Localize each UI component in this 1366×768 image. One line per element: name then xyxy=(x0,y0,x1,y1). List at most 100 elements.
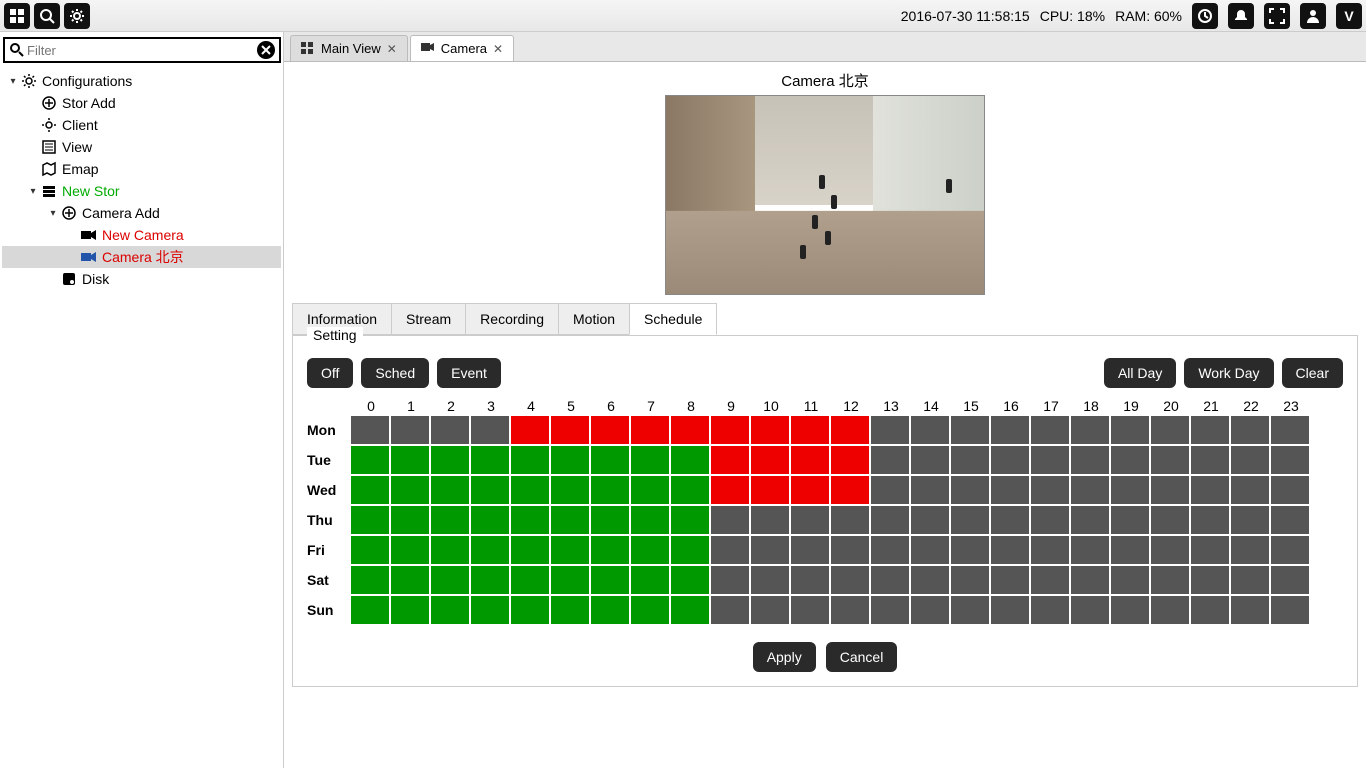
fullscreen-icon[interactable] xyxy=(1264,3,1290,29)
tree-new-stor[interactable]: ▾ New Stor xyxy=(2,180,281,202)
schedule-cell[interactable] xyxy=(671,506,709,534)
schedule-cell[interactable] xyxy=(1031,416,1069,444)
schedule-cell[interactable] xyxy=(351,476,389,504)
schedule-cell[interactable] xyxy=(1031,566,1069,594)
schedule-cell[interactable] xyxy=(1271,446,1309,474)
schedule-cell[interactable] xyxy=(1151,506,1189,534)
tree-stor-add[interactable]: Stor Add xyxy=(2,92,281,114)
schedule-cell[interactable] xyxy=(471,446,509,474)
schedule-cell[interactable] xyxy=(791,596,829,624)
schedule-cell[interactable] xyxy=(351,566,389,594)
schedule-cell[interactable] xyxy=(1231,416,1269,444)
schedule-cell[interactable] xyxy=(551,596,589,624)
schedule-cell[interactable] xyxy=(1071,536,1109,564)
schedule-cell[interactable] xyxy=(871,506,909,534)
schedule-cell[interactable] xyxy=(831,566,869,594)
schedule-cell[interactable] xyxy=(871,476,909,504)
schedule-cell[interactable] xyxy=(391,506,429,534)
schedule-cell[interactable] xyxy=(1271,416,1309,444)
schedule-cell[interactable] xyxy=(871,596,909,624)
schedule-cell[interactable] xyxy=(1231,536,1269,564)
schedule-cell[interactable] xyxy=(871,566,909,594)
schedule-cell[interactable] xyxy=(871,446,909,474)
schedule-cell[interactable] xyxy=(1191,446,1229,474)
schedule-cell[interactable] xyxy=(471,536,509,564)
schedule-cell[interactable] xyxy=(431,596,469,624)
schedule-cell[interactable] xyxy=(1071,446,1109,474)
schedule-cell[interactable] xyxy=(911,416,949,444)
schedule-cell[interactable] xyxy=(591,506,629,534)
schedule-cell[interactable] xyxy=(391,596,429,624)
schedule-cell[interactable] xyxy=(751,566,789,594)
schedule-cell[interactable] xyxy=(951,476,989,504)
schedule-cell[interactable] xyxy=(351,536,389,564)
schedule-cell[interactable] xyxy=(951,416,989,444)
schedule-cell[interactable] xyxy=(751,596,789,624)
schedule-cell[interactable] xyxy=(1111,416,1149,444)
schedule-cell[interactable] xyxy=(991,506,1029,534)
filter-input[interactable] xyxy=(25,41,257,60)
schedule-cell[interactable] xyxy=(791,506,829,534)
search-zoom-icon[interactable] xyxy=(34,3,60,29)
schedule-cell[interactable] xyxy=(671,536,709,564)
mode-sched-button[interactable]: Sched xyxy=(361,358,429,388)
schedule-cell[interactable] xyxy=(951,506,989,534)
schedule-cell[interactable] xyxy=(431,476,469,504)
schedule-cell[interactable] xyxy=(391,446,429,474)
schedule-cell[interactable] xyxy=(1111,566,1149,594)
tree-configurations[interactable]: ▾ Configurations xyxy=(2,70,281,92)
schedule-cell[interactable] xyxy=(671,566,709,594)
schedule-cell[interactable] xyxy=(1231,566,1269,594)
schedule-cell[interactable] xyxy=(911,566,949,594)
schedule-cell[interactable] xyxy=(591,536,629,564)
schedule-cell[interactable] xyxy=(431,446,469,474)
schedule-cell[interactable] xyxy=(1271,566,1309,594)
schedule-cell[interactable] xyxy=(591,416,629,444)
schedule-cell[interactable] xyxy=(591,566,629,594)
tree-camera-beijing[interactable]: Camera 北京 xyxy=(2,246,281,268)
schedule-cell[interactable] xyxy=(591,476,629,504)
schedule-cell[interactable] xyxy=(471,596,509,624)
schedule-cell[interactable] xyxy=(911,446,949,474)
tree-emap[interactable]: Emap xyxy=(2,158,281,180)
schedule-cell[interactable] xyxy=(591,446,629,474)
preset-allday-button[interactable]: All Day xyxy=(1104,358,1176,388)
schedule-cell[interactable] xyxy=(551,566,589,594)
clear-filter-icon[interactable] xyxy=(257,41,275,59)
schedule-cell[interactable] xyxy=(551,536,589,564)
schedule-cell[interactable] xyxy=(831,446,869,474)
schedule-cell[interactable] xyxy=(631,476,669,504)
tree-camera-add[interactable]: ▾ Camera Add xyxy=(2,202,281,224)
tree-view[interactable]: View xyxy=(2,136,281,158)
schedule-cell[interactable] xyxy=(791,566,829,594)
schedule-cell[interactable] xyxy=(471,416,509,444)
schedule-cell[interactable] xyxy=(391,536,429,564)
schedule-cell[interactable] xyxy=(511,506,549,534)
logo-v-icon[interactable]: V xyxy=(1336,3,1362,29)
schedule-cell[interactable] xyxy=(511,596,549,624)
schedule-cell[interactable] xyxy=(1071,476,1109,504)
schedule-cell[interactable] xyxy=(1031,446,1069,474)
schedule-cell[interactable] xyxy=(1071,596,1109,624)
preset-clear-button[interactable]: Clear xyxy=(1282,358,1343,388)
schedule-cell[interactable] xyxy=(991,416,1029,444)
schedule-cell[interactable] xyxy=(431,536,469,564)
cancel-button[interactable]: Cancel xyxy=(826,642,898,672)
schedule-cell[interactable] xyxy=(1271,596,1309,624)
schedule-cell[interactable] xyxy=(1111,536,1149,564)
schedule-cell[interactable] xyxy=(351,506,389,534)
schedule-cell[interactable] xyxy=(551,446,589,474)
schedule-cell[interactable] xyxy=(1151,536,1189,564)
schedule-cell[interactable] xyxy=(671,476,709,504)
schedule-cell[interactable] xyxy=(551,416,589,444)
schedule-cell[interactable] xyxy=(1031,536,1069,564)
grid-view-icon[interactable] xyxy=(4,3,30,29)
schedule-cell[interactable] xyxy=(551,476,589,504)
schedule-cell[interactable] xyxy=(351,596,389,624)
schedule-cell[interactable] xyxy=(351,446,389,474)
schedule-cell[interactable] xyxy=(1271,476,1309,504)
schedule-cell[interactable] xyxy=(1191,566,1229,594)
schedule-cell[interactable] xyxy=(1071,416,1109,444)
schedule-cell[interactable] xyxy=(431,416,469,444)
close-icon[interactable]: ✕ xyxy=(493,42,503,56)
